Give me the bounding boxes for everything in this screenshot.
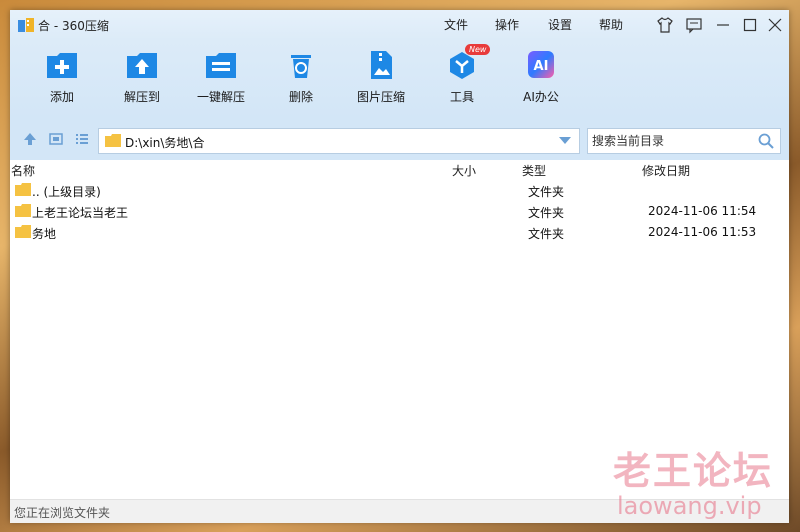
watermark-en: laowang.vip	[617, 492, 762, 520]
address-bar: D:\xin\务地\合	[10, 118, 789, 160]
extract-to-label: 解压到	[123, 90, 160, 104]
image-compress-icon	[371, 51, 392, 79]
file-name: .. (上级目录)	[32, 185, 101, 199]
ai-office-icon: AI	[528, 51, 554, 78]
title-bar: 合 - 360压缩 文件 操作 设置 帮助	[10, 10, 789, 40]
image-compress-button[interactable]: 图片压缩	[341, 50, 421, 105]
tools-label: 工具	[449, 90, 474, 104]
folder-icon	[15, 204, 31, 217]
column-date[interactable]: 修改日期	[642, 162, 690, 179]
new-badge: New	[465, 44, 491, 55]
search-box	[587, 128, 781, 154]
app-logo-icon	[18, 18, 34, 32]
delete-icon	[291, 55, 311, 78]
file-row[interactable]: 上老王论坛当老王 文件夹 2024-11-06 11:54	[10, 201, 789, 222]
column-header: 名称 大小 类型 修改日期	[10, 160, 789, 180]
menu-operate[interactable]: 操作	[495, 16, 519, 33]
file-name: 务地	[32, 227, 57, 241]
folder-icon	[15, 225, 31, 238]
menu-settings[interactable]: 设置	[548, 16, 572, 33]
file-type: 文件夹	[528, 206, 565, 220]
path-field[interactable]: D:\xin\务地\合	[98, 128, 580, 154]
one-click-extract-button[interactable]: 一键解压	[181, 50, 261, 105]
column-type[interactable]: 类型	[522, 162, 546, 179]
file-date: 2024-11-06 11:53	[648, 225, 757, 239]
column-size[interactable]: 大小	[452, 162, 476, 179]
toolbar: 添加 解压到 一键解压 删除 图片压缩 New 工具 AI AI办公	[10, 40, 789, 118]
file-date: 2024-11-06 11:54	[648, 204, 757, 218]
file-name: 上老王论坛当老王	[32, 206, 129, 220]
delete-button[interactable]: 删除	[261, 50, 341, 105]
chevron-down-icon[interactable]	[559, 137, 571, 145]
file-row[interactable]: 务地 文件夹 2024-11-06 11:53	[10, 222, 789, 243]
status-text: 您正在浏览文件夹	[14, 506, 111, 520]
extract-to-icon	[127, 53, 157, 78]
menu-help[interactable]: 帮助	[599, 16, 623, 33]
watermark-cn: 老王论坛	[613, 449, 774, 493]
window-title: 合 - 360压缩	[38, 19, 109, 33]
minimize-icon[interactable]	[714, 16, 732, 34]
folder-icon	[15, 183, 31, 196]
maximize-icon[interactable]	[741, 16, 759, 34]
ai-office-label: AI办公	[523, 90, 559, 104]
extract-to-button[interactable]: 解压到	[102, 50, 182, 105]
file-list: .. (上级目录) 文件夹 上老王论坛当老王 文件夹 2024-11-06 11…	[10, 180, 789, 243]
search-icon[interactable]	[758, 133, 774, 149]
ai-icon-text: AI	[534, 59, 549, 74]
feedback-icon[interactable]	[685, 16, 703, 34]
file-row[interactable]: .. (上级目录) 文件夹	[10, 180, 789, 201]
close-icon[interactable]	[766, 16, 784, 34]
delete-label: 删除	[288, 90, 313, 104]
thumbnail-view-icon[interactable]	[49, 132, 63, 146]
tools-button[interactable]: New 工具	[422, 44, 502, 105]
one-click-extract-label: 一键解压	[196, 90, 245, 104]
file-type: 文件夹	[528, 227, 565, 241]
one-click-extract-icon	[206, 53, 236, 78]
up-arrow-icon[interactable]	[23, 132, 37, 146]
file-type: 文件夹	[528, 185, 565, 199]
ai-office-button[interactable]: AI AI办公	[501, 50, 581, 105]
search-input[interactable]	[590, 131, 754, 151]
add-icon	[47, 53, 77, 78]
add-button[interactable]: 添加	[22, 50, 102, 105]
column-name[interactable]: 名称	[11, 162, 35, 179]
folder-icon	[105, 134, 121, 147]
path-text: D:\xin\务地\合	[125, 136, 205, 150]
skin-icon[interactable]	[656, 16, 674, 34]
image-compress-label: 图片压缩	[356, 90, 405, 104]
menu-file[interactable]: 文件	[444, 16, 468, 33]
add-label: 添加	[49, 90, 74, 104]
list-view-icon[interactable]	[75, 132, 89, 146]
